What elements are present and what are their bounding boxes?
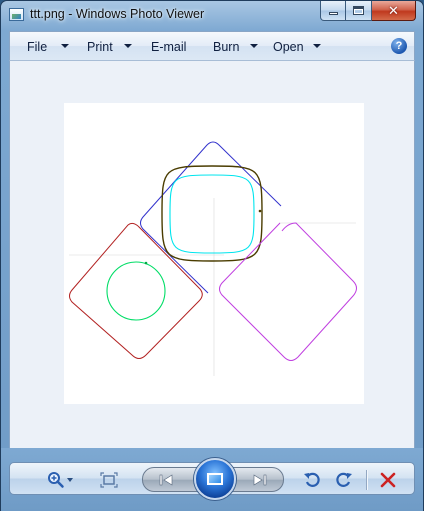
maximize-icon [353, 6, 364, 15]
photo-viewer-icon[interactable] [9, 8, 24, 21]
menu-open[interactable]: Open [273, 39, 304, 55]
burn-dropdown-icon[interactable] [250, 44, 258, 48]
minimize-button[interactable] [320, 1, 346, 21]
next-button[interactable] [247, 469, 273, 491]
actual-size-button[interactable] [96, 469, 122, 491]
close-icon: ✕ [388, 3, 399, 18]
green-circle [106, 261, 166, 321]
rotate-clockwise-button[interactable] [332, 469, 356, 491]
open-dropdown-icon[interactable] [313, 44, 321, 48]
magenta-rounded-diamond [219, 222, 357, 361]
caption-buttons: ✕ [320, 1, 416, 21]
print-dropdown-icon[interactable] [124, 44, 132, 48]
menu-print[interactable]: Print [87, 39, 113, 55]
delete-button[interactable] [376, 469, 400, 491]
magnifier-icon [48, 472, 64, 488]
bottom-toolbar-area [1, 448, 423, 511]
maximize-button[interactable] [346, 1, 372, 21]
command-bar: File Print E-mail Burn Open ? [9, 31, 415, 61]
minimize-icon [328, 12, 338, 15]
menu-burn[interactable]: Burn [213, 39, 239, 55]
window-title: ttt.png - Windows Photo Viewer [30, 7, 205, 21]
photo-viewer-window: ttt.png - Windows Photo Viewer ✕ File Pr… [0, 0, 424, 511]
delete-icon [380, 472, 396, 488]
rotate-cw-icon [336, 472, 352, 487]
olive-marker [258, 209, 262, 213]
cyan-rounded-square [169, 174, 255, 254]
next-icon [253, 474, 267, 486]
displayed-image [64, 103, 364, 404]
image-viewport[interactable] [9, 61, 415, 448]
close-button[interactable]: ✕ [372, 1, 416, 21]
rotate-counterclockwise-button[interactable] [300, 469, 324, 491]
slideshow-icon [207, 473, 223, 485]
file-dropdown-icon[interactable] [61, 44, 69, 48]
playback-controls [9, 458, 415, 500]
menu-email[interactable]: E-mail [151, 39, 186, 55]
menu-file[interactable]: File [27, 39, 47, 55]
previous-icon [159, 474, 173, 486]
slideshow-button[interactable] [194, 458, 236, 500]
previous-button[interactable] [153, 469, 179, 491]
actual-size-icon [100, 472, 118, 488]
zoom-button[interactable] [42, 469, 78, 491]
image-canvas [69, 141, 357, 376]
toolbar-divider [366, 470, 367, 490]
help-icon[interactable]: ? [391, 38, 407, 54]
rotate-ccw-icon [304, 472, 320, 487]
title-bar[interactable]: ttt.png - Windows Photo Viewer ✕ [1, 1, 423, 31]
zoom-dropdown-icon[interactable] [67, 478, 73, 482]
red-rounded-diamond [69, 222, 203, 359]
green-marker [144, 261, 148, 265]
